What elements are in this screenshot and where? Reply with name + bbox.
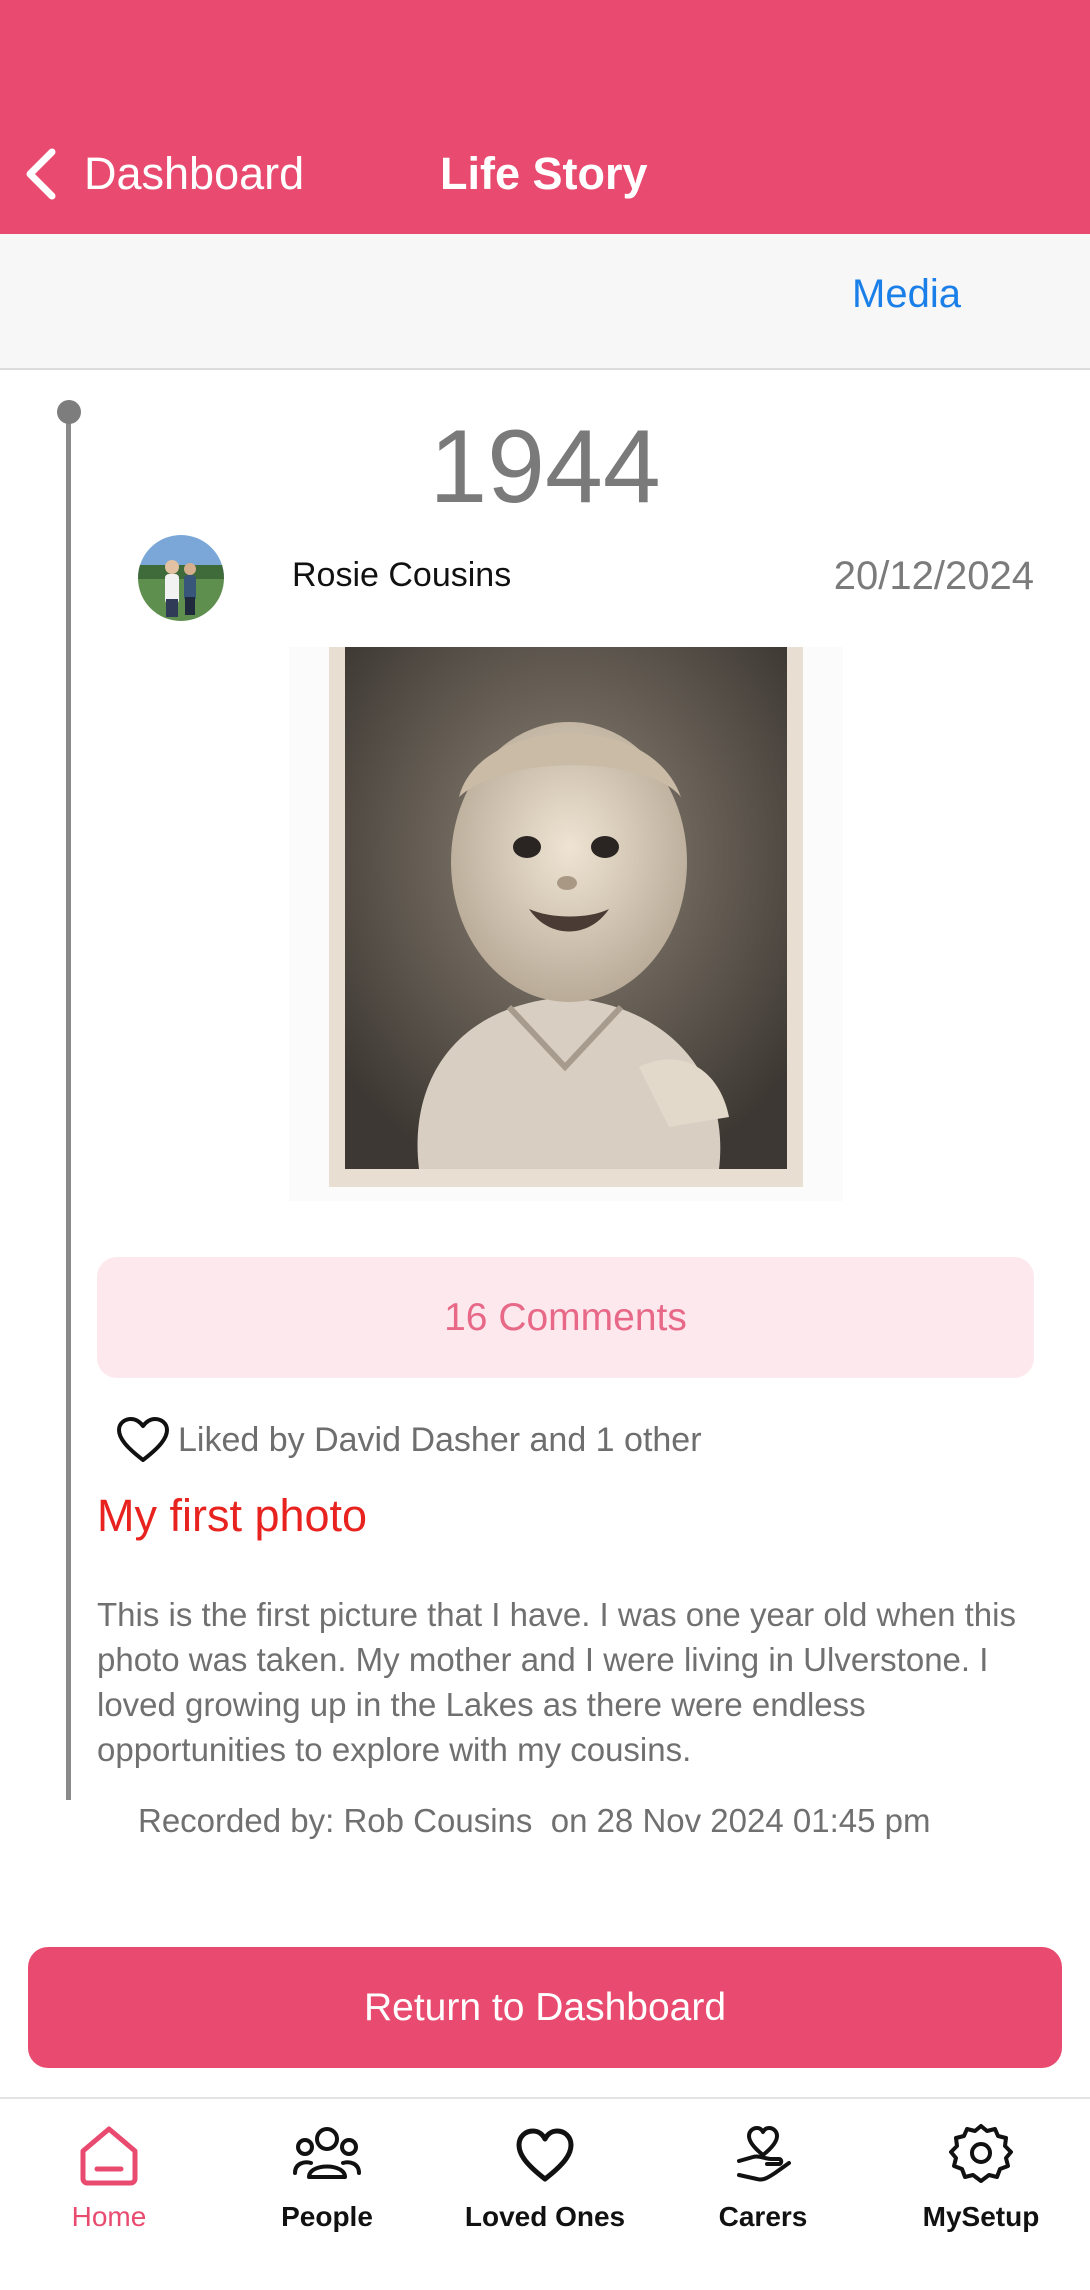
nav-carers[interactable]: Carers [654,2099,872,2290]
gear-icon [949,2124,1013,2183]
nav-mysetup-label: MySetup [922,2201,1040,2232]
story-year: 1944 [429,409,661,525]
home-icon [80,2126,138,2186]
recorded-by: Recorded by: Rob Cousins on 28 Nov 2024 … [138,1802,931,1839]
tab-media[interactable]: Media [852,272,961,317]
nav-mysetup[interactable]: MySetup [872,2099,1090,2290]
post-title: My first photo [97,1490,368,1541]
comments-button[interactable]: 16 Comments [97,1257,1034,1378]
likes-row: Liked by David Dasher and 1 other [116,1415,702,1465]
nav-home-label: Home [71,2201,147,2232]
nav-carers-label: Carers [718,2201,808,2232]
tab-bar: Media [0,234,1090,370]
app-header: Dashboard Life Story [0,0,1090,234]
likes-text: Liked by David Dasher and 1 other [178,1420,702,1459]
carers-icon [737,2126,791,2182]
bottom-nav: Home People Loved Ones Carers MySetup [0,2097,1090,2290]
nav-loved-ones[interactable]: Loved Ones [436,2099,654,2290]
nav-loved-ones-label: Loved Ones [464,2201,626,2232]
chevron-left-icon [26,148,56,200]
screen-title: Life Story [440,148,648,199]
post-body: This is the first picture that I have. I… [97,1596,1016,1768]
heart-outline-icon[interactable] [116,1416,170,1464]
author-name: Rosie Cousins [292,556,512,594]
author-avatar[interactable] [138,535,224,621]
nav-people[interactable]: People [218,2099,436,2290]
people-icon [293,2127,361,2179]
back-button-label: Dashboard [84,148,305,199]
heart-icon [516,2128,574,2182]
story-photo[interactable] [289,647,843,1201]
nav-people-label: People [281,2201,373,2232]
nav-home[interactable]: Home [0,2099,218,2290]
post-date: 20/12/2024 [833,554,1034,598]
return-to-dashboard-button[interactable]: Return to Dashboard [28,1947,1062,2068]
timeline-line [66,412,71,1800]
back-button[interactable]: Dashboard [22,138,304,210]
